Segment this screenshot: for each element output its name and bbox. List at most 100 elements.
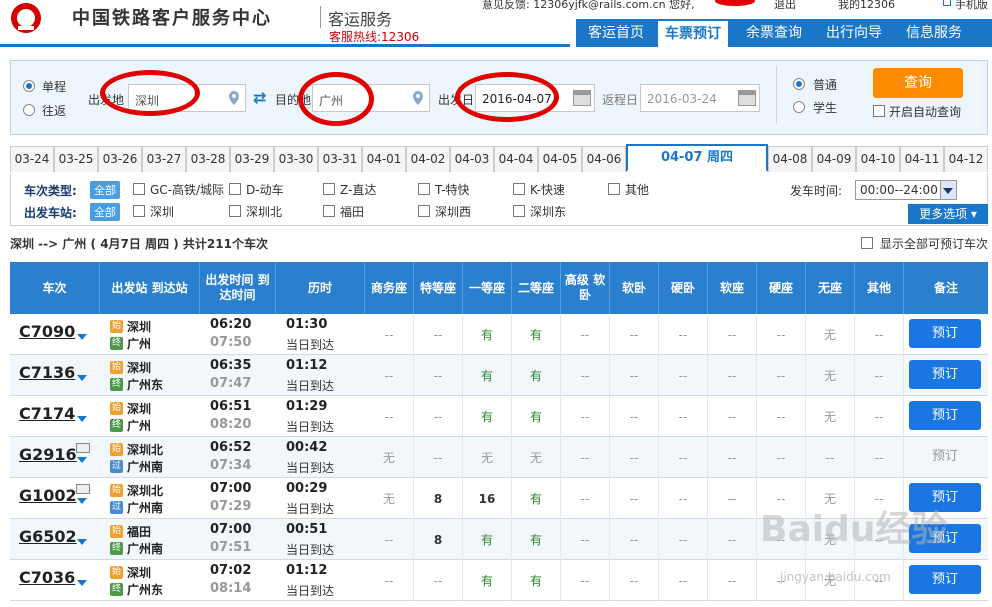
train-number-link[interactable]: C7174 [19, 404, 75, 423]
train-number-link[interactable]: C7036 [19, 568, 75, 587]
feedback-text[interactable]: 意见反馈: 12306yjfk@rails.com.cn 您好, [482, 0, 695, 12]
date-tab[interactable]: 04-09 [812, 146, 856, 172]
date-tab[interactable]: 04-06 [582, 146, 626, 172]
chevron-down-icon[interactable] [77, 416, 87, 422]
column-header[interactable]: 历时 [276, 262, 365, 314]
train-number-link[interactable]: C7136 [19, 363, 75, 382]
show-all-checkbox[interactable] [861, 237, 873, 249]
checkbox-t[interactable] [418, 183, 430, 195]
column-header: 其他 [855, 262, 904, 314]
nav-travel-guide[interactable]: 出行向导 [816, 19, 892, 47]
my-12306-link[interactable]: 我的12306 [838, 0, 895, 12]
book-button[interactable]: 预订 [909, 319, 981, 348]
radio-round-trip[interactable] [23, 104, 35, 116]
date-tab[interactable]: 03-31 [318, 146, 362, 172]
checkbox-station[interactable] [229, 205, 241, 217]
from-station[interactable]: 深圳北 [127, 482, 163, 499]
date-tab[interactable]: 03-30 [274, 146, 318, 172]
train-type-all-button[interactable]: 全部 [90, 181, 120, 199]
radio-student-ticket[interactable] [793, 101, 805, 113]
chevron-down-icon[interactable] [77, 539, 87, 545]
seat-availability: -- [659, 560, 708, 601]
to-station[interactable]: 广州东 [127, 376, 163, 393]
date-tab[interactable]: 03-24 [10, 146, 54, 172]
to-station[interactable]: 广州南 [127, 499, 163, 516]
chevron-down-icon[interactable] [77, 498, 87, 504]
checkbox-d[interactable] [229, 183, 241, 195]
date-tab[interactable]: 04-05 [538, 146, 582, 172]
date-tab[interactable]: 03-26 [98, 146, 142, 172]
checkbox-station[interactable] [513, 205, 525, 217]
mobile-link[interactable]: 手机版 [955, 0, 988, 12]
date-tab[interactable]: 04-12 [944, 146, 988, 172]
to-station[interactable]: 广州南 [127, 540, 163, 557]
to-station[interactable]: 广州南 [127, 458, 163, 475]
from-station[interactable]: 深圳 [127, 359, 151, 376]
date-tab[interactable]: 04-02 [406, 146, 450, 172]
from-station[interactable]: 深圳 [127, 564, 151, 581]
date-tab[interactable]: 04-03 [450, 146, 494, 172]
date-tab[interactable]: 03-25 [54, 146, 98, 172]
date-tab[interactable]: 03-29 [230, 146, 274, 172]
checkbox-gc[interactable] [133, 183, 145, 195]
checkbox-z[interactable] [323, 183, 335, 195]
checkbox-station[interactable] [133, 205, 145, 217]
station-type-badge: 始 [110, 402, 123, 415]
auto-query-checkbox[interactable] [873, 105, 885, 117]
from-station[interactable]: 深圳 [127, 400, 151, 417]
date-tab[interactable]: 03-27 [142, 146, 186, 172]
to-station[interactable]: 广州 [127, 335, 151, 352]
date-tab[interactable]: 04-04 [494, 146, 538, 172]
book-button[interactable]: 预订 [909, 401, 981, 430]
from-station[interactable]: 深圳北 [127, 441, 163, 458]
more-options-button[interactable]: 更多选项 ▾ [908, 204, 988, 224]
query-button[interactable]: 查询 [873, 68, 963, 98]
train-number-link[interactable]: G6502 [19, 527, 77, 546]
calendar-icon[interactable] [738, 90, 756, 106]
date-tab[interactable]: 04-01 [362, 146, 406, 172]
date-tab[interactable]: 04-10 [856, 146, 900, 172]
redacted-username [715, 0, 755, 6]
arrive-time: 08:14 [210, 581, 252, 596]
logout-link[interactable]: 退出 [774, 0, 796, 12]
chevron-down-icon[interactable] [77, 457, 87, 463]
chevron-down-icon[interactable] [77, 334, 87, 340]
nav-info-service[interactable]: 信息服务 [896, 19, 972, 47]
from-station[interactable]: 深圳 [127, 318, 151, 335]
checkbox-k[interactable] [513, 183, 525, 195]
book-button[interactable]: 预订 [909, 360, 981, 389]
date-tab[interactable]: 03-28 [186, 146, 230, 172]
to-station[interactable]: 广州东 [127, 581, 163, 598]
filter-station: 深圳东 [530, 205, 567, 219]
date-tab-selected[interactable]: 04-07 周四 [626, 144, 768, 172]
calendar-icon[interactable] [573, 90, 591, 106]
seat-availability: -- [659, 437, 708, 478]
seat-availability: 无 [365, 478, 414, 519]
nav-ticket-query[interactable]: 余票查询 [736, 19, 812, 47]
train-number-link[interactable]: G2916 [19, 445, 77, 464]
seat-availability: 无 [806, 314, 855, 355]
swap-stations-icon[interactable]: ⇄ [253, 88, 266, 107]
nav-ticket-booking[interactable]: 车票预订 [658, 21, 728, 47]
seat-availability: -- [855, 396, 904, 437]
station-all-button[interactable]: 全部 [90, 203, 120, 221]
checkbox-station[interactable] [418, 205, 430, 217]
train-number-link[interactable]: G1002 [19, 486, 77, 505]
column-header[interactable]: 出发时间 到达时间 [200, 262, 276, 314]
checkbox-other[interactable] [608, 183, 620, 195]
station-type-badge: 终 [110, 542, 123, 555]
train-number-link[interactable]: C7090 [19, 322, 75, 341]
date-tab[interactable]: 04-08 [768, 146, 812, 172]
radio-one-way[interactable] [23, 80, 35, 92]
railway-logo-icon[interactable] [4, 2, 48, 46]
checkbox-station[interactable] [323, 205, 335, 217]
seat-availability: -- [365, 314, 414, 355]
date-tab[interactable]: 04-11 [900, 146, 944, 172]
from-station[interactable]: 福田 [127, 523, 151, 540]
book-button[interactable]: 预订 [909, 565, 981, 594]
chevron-down-icon[interactable] [77, 580, 87, 586]
to-station[interactable]: 广州 [127, 417, 151, 434]
chevron-down-icon[interactable] [77, 375, 87, 381]
nav-home[interactable]: 客运首页 [578, 19, 654, 47]
radio-normal-ticket[interactable] [793, 78, 805, 90]
